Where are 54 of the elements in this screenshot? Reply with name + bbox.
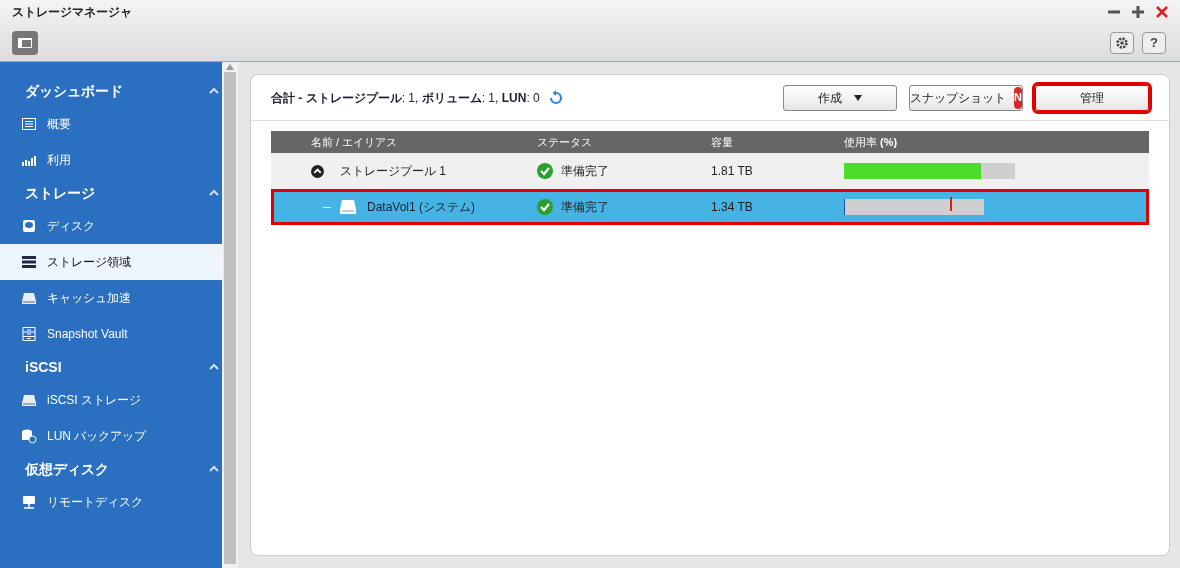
name-cell-text: ストレージプール 1	[340, 163, 446, 180]
sidebar-item[interactable]: 概要	[0, 106, 222, 142]
sidebar-section-title: ストレージ	[25, 183, 95, 203]
panel-layout-icon	[17, 36, 33, 49]
sidebar-section-title: iSCSI	[25, 357, 62, 377]
storage-stack-icon	[21, 254, 37, 270]
status-cell-text: 準備完了	[561, 163, 609, 180]
database-backup-icon	[21, 428, 37, 444]
sidebar-item[interactable]: キャッシュ加速	[0, 280, 222, 316]
check-circle-icon	[537, 163, 553, 179]
sidebar-section-title: ダッシュボード	[25, 81, 123, 101]
column-header: 名前 / エイリアス	[310, 134, 399, 150]
hard-drive-icon	[339, 199, 357, 215]
sidebar-item[interactable]: LUN バックアップ	[0, 418, 222, 454]
scroll-up-arrow-icon[interactable]	[226, 64, 234, 70]
sidebar-section-title: 仮想ディスク	[25, 459, 109, 479]
threshold-marker	[950, 197, 953, 211]
collapse-icon[interactable]	[311, 164, 324, 178]
sidebar-scrollbar[interactable]	[222, 62, 238, 568]
table-row[interactable]: ストレージプール 1 準備完了 1.81 TB	[271, 153, 1149, 189]
table-row[interactable]: DataVol1 (システム) 準備完了 1.34 TB	[271, 189, 1149, 225]
sidebar-item[interactable]: 利用	[0, 142, 222, 178]
name-cell-text: DataVol1 (システム)	[367, 199, 476, 216]
drive-icon	[21, 290, 37, 306]
refresh-icon[interactable]	[547, 89, 564, 106]
notification-badge: N	[1014, 86, 1022, 109]
close-icon[interactable]	[1156, 6, 1168, 18]
sidebar-toggle-button[interactable]	[12, 30, 38, 55]
drive-icon	[21, 392, 37, 408]
sidebar-item[interactable]: Snapshot Vault	[0, 316, 222, 352]
check-circle-icon	[537, 199, 553, 215]
manage-button[interactable]: 管理	[1035, 84, 1149, 111]
cabinet-icon	[21, 326, 37, 342]
settings-icon	[1115, 35, 1129, 50]
help-button[interactable]: ?	[1142, 31, 1166, 54]
network-drive-icon	[21, 494, 37, 510]
sidebar-item[interactable]: リモートディスク	[0, 484, 222, 520]
dropdown-caret-icon	[854, 93, 862, 102]
column-header: 使用率 (%)	[844, 134, 899, 150]
column-header: 容量	[711, 134, 734, 150]
capacity-cell-text: 1.34 TB	[711, 199, 754, 216]
sidebar-item[interactable]: ディスク	[0, 208, 222, 244]
window-title: ストレージマネージャ	[12, 4, 132, 21]
capacity-cell-text: 1.81 TB	[711, 163, 754, 180]
sidebar-item[interactable]: iSCSI ストレージ	[0, 382, 222, 418]
status-cell-text: 準備完了	[561, 199, 609, 216]
column-header: ステータス	[537, 134, 593, 150]
create-dropdown-button[interactable]: 作成	[783, 84, 897, 111]
maximize-icon[interactable]	[1132, 6, 1144, 18]
settings-button[interactable]	[1110, 31, 1134, 54]
sidebar-item[interactable]: ストレージ領域	[0, 244, 222, 280]
summary-text: 合計 - ストレージプール: 1, ボリューム: 1, LUN: 0	[271, 89, 540, 107]
list-icon	[21, 116, 37, 132]
snapshot-button[interactable]: スナップショット N	[909, 84, 1023, 111]
